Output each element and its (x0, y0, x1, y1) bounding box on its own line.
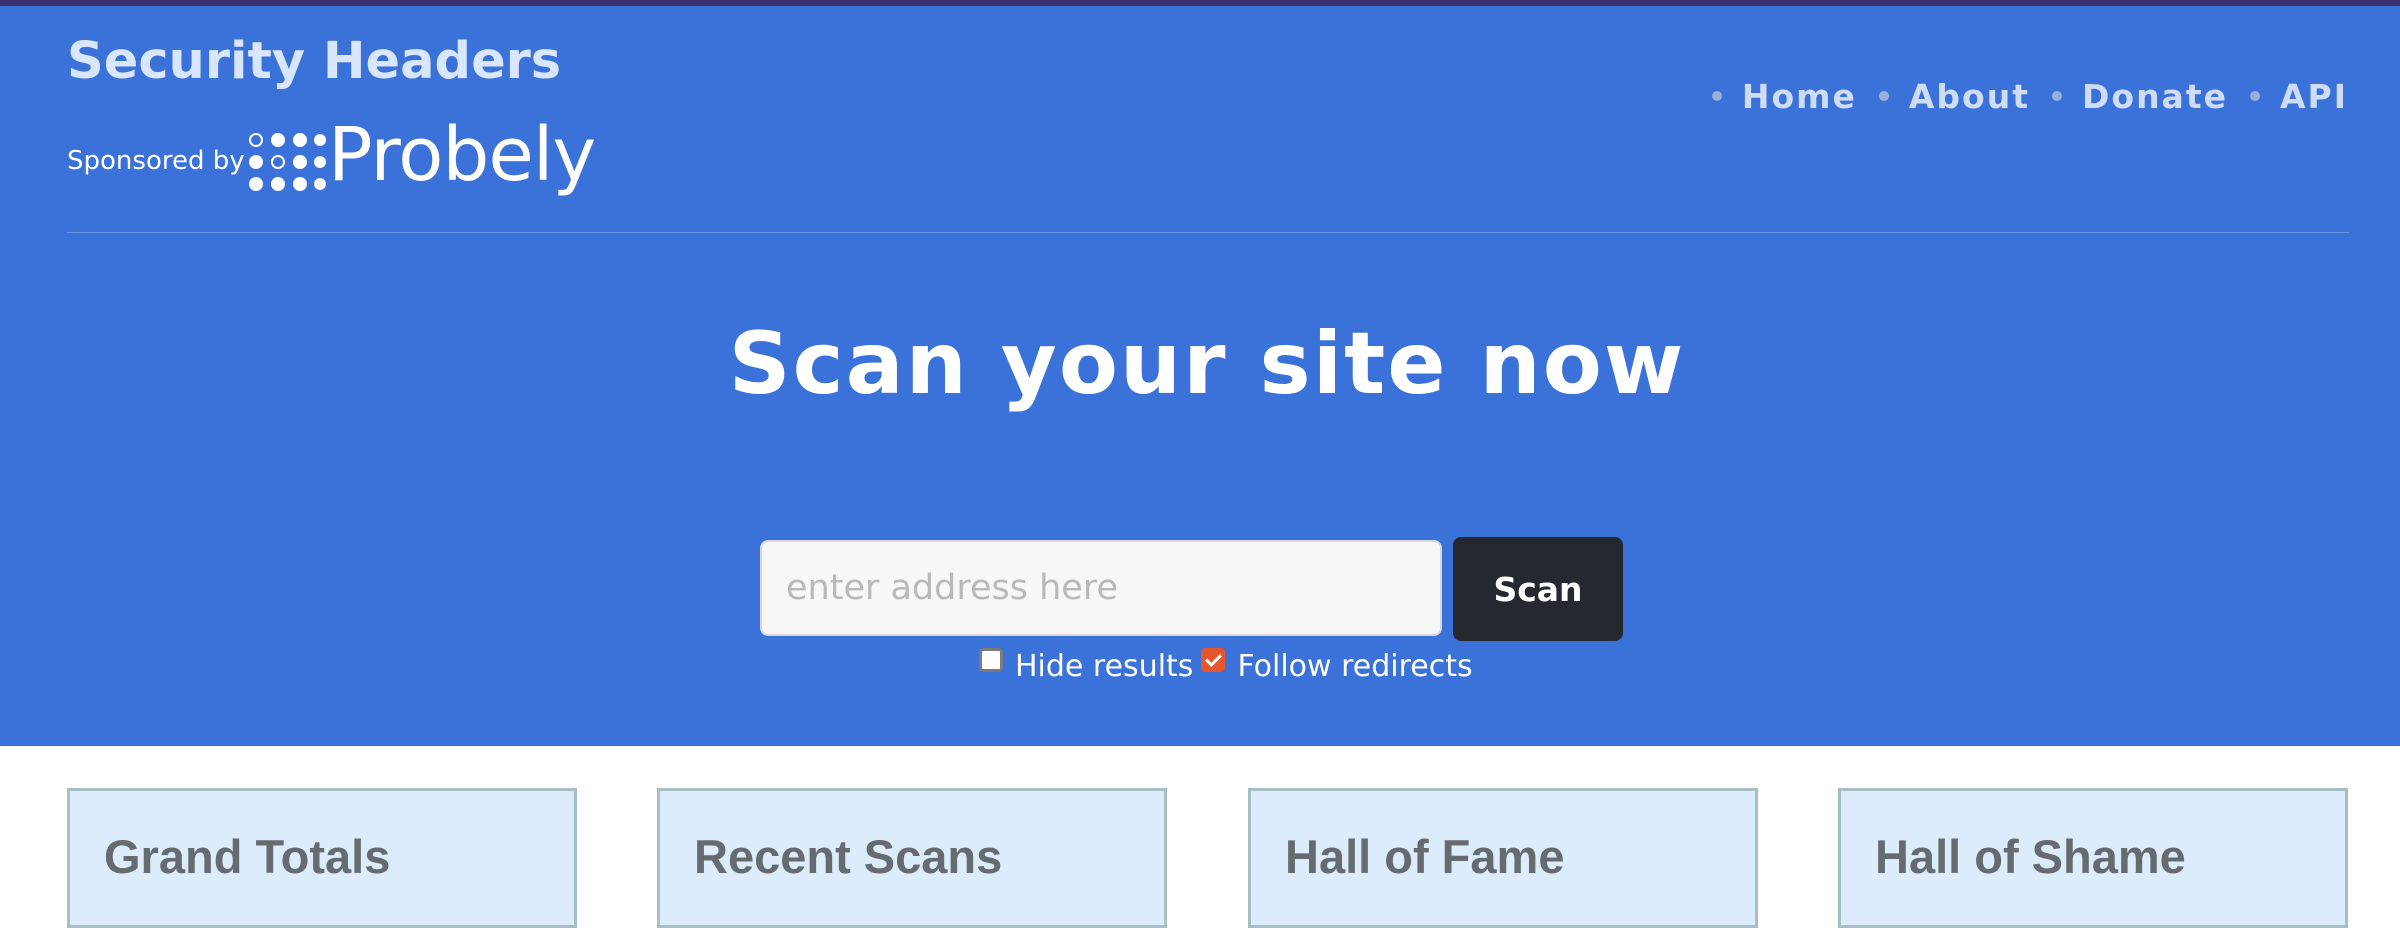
card-title: Grand Totals (104, 830, 391, 883)
nav-about[interactable]: About (1909, 77, 2030, 116)
nav-donate[interactable]: Donate (2082, 77, 2228, 116)
scan-options: Hide results Follow redirects (979, 646, 1481, 686)
hall-of-fame-card: Hall of Fame (1248, 788, 1758, 928)
probely-logo[interactable]: Probely (248, 112, 598, 208)
sponsored-by-label: Sponsored by (67, 146, 245, 176)
hall-of-shame-card: Hall of Shame (1838, 788, 2348, 928)
hide-results-label[interactable]: Hide results (1015, 649, 1193, 684)
site-title[interactable]: Security Headers (67, 32, 561, 91)
nav-api[interactable]: API (2280, 77, 2348, 116)
main-nav: Home About Donate API (1690, 74, 2348, 118)
stats-cards: Grand Totals Recent Scans Hall of Fame H… (0, 788, 2400, 928)
header-divider (67, 232, 2349, 233)
grand-totals-card: Grand Totals (67, 788, 577, 928)
card-title: Hall of Fame (1285, 830, 1565, 883)
nav-home[interactable]: Home (1742, 77, 1857, 116)
address-input[interactable] (760, 540, 1442, 636)
nav-bullet (2249, 91, 2260, 101)
hero-section: Security Headers Sponsored by Probely Ho… (0, 6, 2400, 746)
probely-wordmark: Probely (328, 112, 596, 198)
recent-scans-card: Recent Scans (657, 788, 1167, 928)
nav-bullet (2052, 91, 2062, 101)
scan-button[interactable]: Scan (1453, 537, 1623, 641)
probely-dots-icon (249, 133, 326, 191)
card-title: Hall of Shame (1875, 830, 2186, 883)
follow-redirects-label[interactable]: Follow redirects (1237, 649, 1472, 684)
nav-bullet (1878, 91, 1889, 101)
nav-bullet (1711, 91, 1722, 101)
page-headline: Scan your site now (728, 314, 1686, 414)
card-title: Recent Scans (694, 830, 1003, 883)
follow-redirects-checkbox[interactable] (1201, 648, 1226, 672)
hide-results-checkbox[interactable] (979, 648, 1003, 672)
